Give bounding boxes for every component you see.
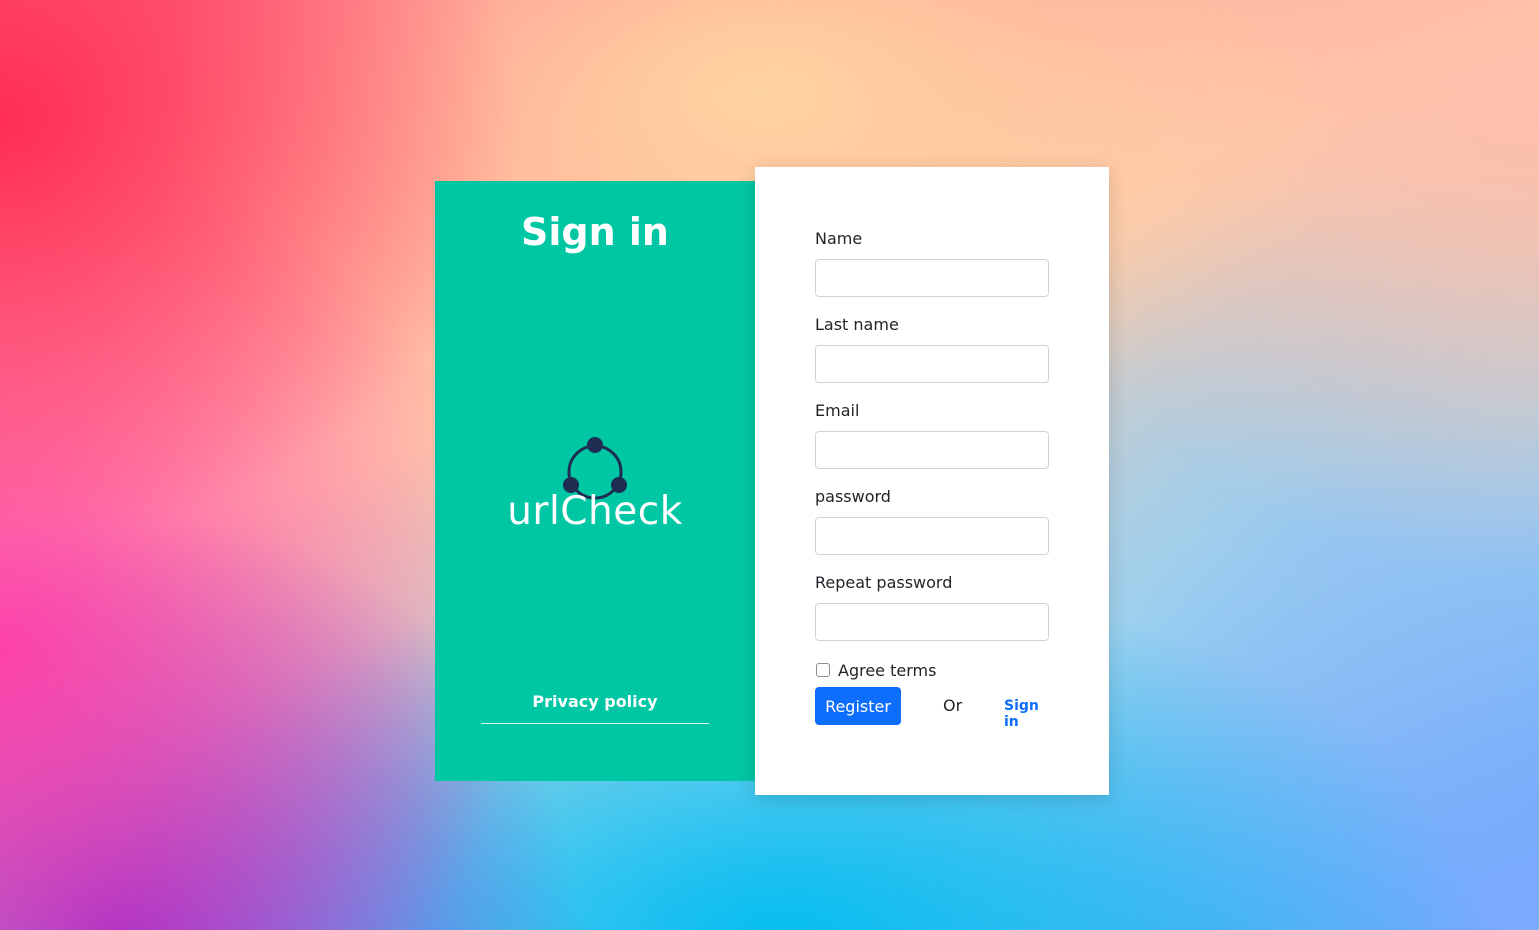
form-fields: Name Last name Email password Repeat pas… [815, 229, 1049, 730]
name-label: Name [815, 229, 863, 248]
name-input[interactable] [815, 259, 1049, 297]
form-actions: Register Or Sign in [815, 687, 1049, 730]
email-input[interactable] [815, 431, 1049, 469]
brand-logo-text: urlCheck [507, 489, 683, 534]
password-input[interactable] [815, 517, 1049, 555]
agree-terms-checkbox[interactable] [816, 663, 830, 677]
privacy-policy-link[interactable]: Privacy policy [481, 692, 709, 724]
brand-panel: Sign in urlCheck Privacy policy [435, 181, 755, 781]
last-name-input[interactable] [815, 345, 1049, 383]
or-separator: Or [943, 696, 963, 715]
agree-terms-row: Agree terms [815, 659, 1049, 681]
email-label: Email [815, 401, 860, 420]
repeat-password-input[interactable] [815, 603, 1049, 641]
password-label: password [815, 487, 891, 506]
sign-in-link[interactable]: Sign in [1004, 698, 1049, 730]
register-button[interactable]: Register [815, 687, 901, 725]
repeat-password-label: Repeat password [815, 573, 953, 592]
page-title: Sign in [521, 210, 669, 254]
agree-terms-label: Agree terms [838, 660, 937, 680]
registration-form: Name Last name Email password Repeat pas… [755, 167, 1109, 795]
last-name-label: Last name [815, 315, 899, 334]
